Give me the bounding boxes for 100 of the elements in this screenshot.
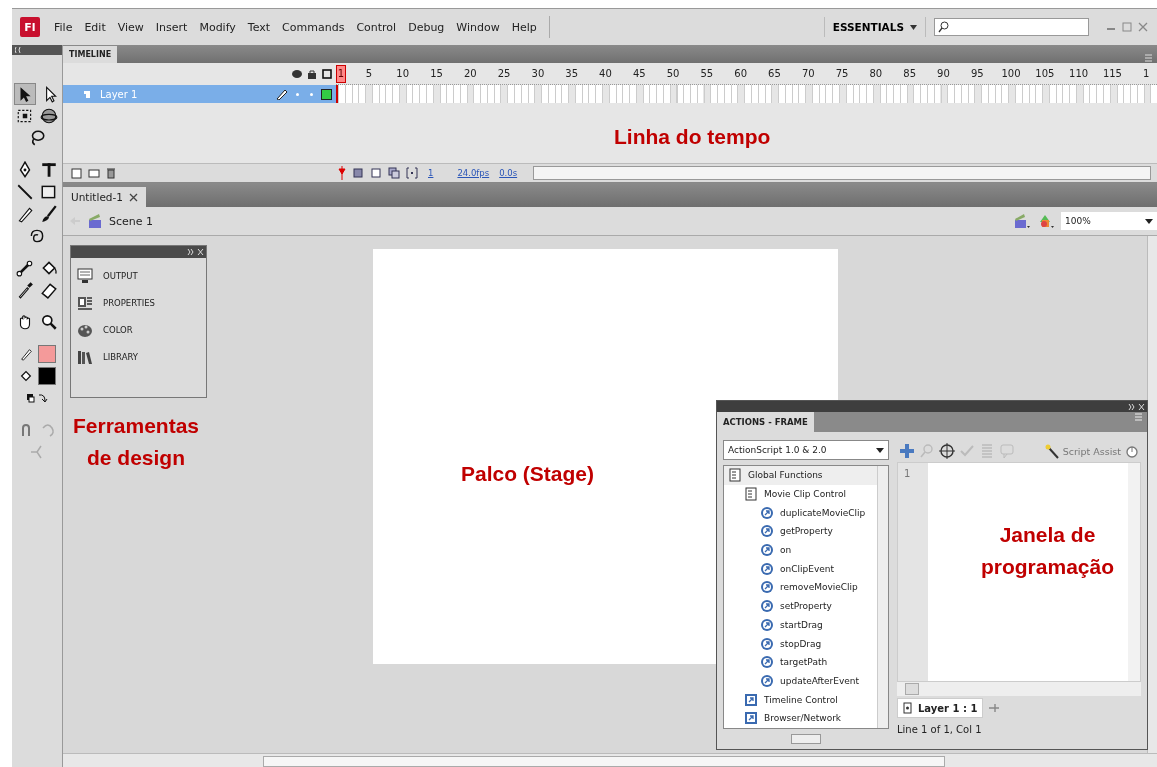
frame-number: 70 bbox=[800, 68, 816, 79]
stroke-color-swatch[interactable] bbox=[38, 345, 56, 363]
vertical-scrollbar[interactable] bbox=[1128, 463, 1140, 681]
tree-item[interactable]: targetPath bbox=[724, 652, 877, 672]
workspace-dropdown[interactable]: ESSENTIALS bbox=[823, 17, 926, 37]
horizontal-scrollbar[interactable] bbox=[897, 682, 1141, 696]
timeline-tab[interactable]: TIMELINE bbox=[63, 46, 118, 63]
actions-tab[interactable]: ACTIONS - FRAME bbox=[717, 412, 814, 432]
panel-button[interactable]: OUTPUT bbox=[77, 268, 200, 284]
line-number: 1 bbox=[904, 468, 911, 479]
tree-item[interactable]: updateAfterEvent bbox=[724, 671, 877, 691]
onion-outline-icon[interactable] bbox=[388, 167, 400, 179]
edit-symbols-icon[interactable] bbox=[1037, 213, 1055, 229]
frame-number: 50 bbox=[665, 68, 681, 79]
new-folder-icon[interactable] bbox=[88, 167, 100, 179]
playhead-icon[interactable] bbox=[338, 166, 346, 180]
outline-color-square[interactable] bbox=[321, 88, 332, 100]
tree-item[interactable]: onClipEvent bbox=[724, 559, 877, 579]
function-icon bbox=[760, 655, 774, 670]
panel-button[interactable]: LIBRARY bbox=[77, 349, 200, 365]
trash-icon[interactable] bbox=[105, 167, 117, 179]
wand-icon bbox=[1043, 443, 1060, 459]
line-tool-icon[interactable] bbox=[15, 182, 35, 202]
collapse-icon[interactable] bbox=[15, 47, 23, 53]
function-icon bbox=[760, 524, 774, 539]
swap-colors-icon[interactable] bbox=[24, 391, 50, 405]
tree-item[interactable]: Global Functions bbox=[724, 466, 877, 485]
outline-icon[interactable] bbox=[321, 69, 333, 79]
tree-item[interactable]: setProperty bbox=[724, 596, 877, 616]
fill-color-swatch[interactable] bbox=[38, 367, 56, 385]
frame-number: 85 bbox=[902, 68, 917, 79]
script-tab[interactable]: Layer 1 : 1 bbox=[897, 698, 984, 718]
function-icon bbox=[760, 561, 774, 576]
tree-item[interactable]: duplicateMovieClip bbox=[724, 503, 877, 523]
edit-frames-icon[interactable] bbox=[406, 167, 418, 179]
tree-item[interactable]: Browser/Network bbox=[724, 708, 877, 728]
text-tool-icon[interactable] bbox=[39, 160, 59, 180]
caret-icon bbox=[910, 24, 917, 30]
frame-number: 20 bbox=[462, 68, 478, 79]
vertical-scrollbar[interactable] bbox=[877, 466, 888, 728]
target-icon[interactable] bbox=[939, 443, 955, 459]
frame-number: 75 bbox=[834, 68, 850, 79]
caret-icon bbox=[1145, 218, 1153, 224]
elapsed-time: 0.0s bbox=[499, 168, 518, 178]
tree-item[interactable]: getProperty bbox=[724, 522, 877, 541]
menu-item[interactable]: Help bbox=[505, 20, 543, 34]
add-plus-icon[interactable] bbox=[899, 443, 915, 459]
menu-item[interactable]: Control bbox=[350, 20, 403, 34]
frame-number: 40 bbox=[598, 68, 613, 79]
help-icon[interactable] bbox=[1125, 444, 1139, 458]
category-icon bbox=[744, 692, 758, 707]
menu-item[interactable]: View bbox=[111, 20, 150, 34]
pencil-icon bbox=[18, 346, 34, 362]
menu-item[interactable]: Modify bbox=[193, 20, 242, 34]
tree-item[interactable]: removeMovieClip bbox=[724, 578, 877, 597]
horizontal-scrollbar[interactable] bbox=[63, 753, 1157, 767]
menu-item[interactable]: Text bbox=[241, 20, 277, 34]
tree-item[interactable]: Timeline Control bbox=[724, 690, 877, 709]
onion-skin-icon[interactable] bbox=[370, 167, 382, 179]
tree-item[interactable]: on bbox=[724, 540, 877, 560]
language-dropdown[interactable]: ActionScript 1.0 & 2.0 bbox=[723, 440, 889, 460]
paint-bucket-icon bbox=[18, 368, 34, 384]
lock-dot[interactable] bbox=[310, 92, 313, 96]
bone-icon[interactable] bbox=[15, 258, 35, 278]
edit-scene-icon[interactable] bbox=[1013, 213, 1031, 229]
new-layer-icon[interactable] bbox=[71, 167, 83, 179]
eye-icon[interactable] bbox=[291, 69, 303, 79]
horizontal-scrollbar[interactable] bbox=[533, 166, 1151, 180]
search-field[interactable] bbox=[934, 18, 1089, 36]
menu-item[interactable]: Edit bbox=[78, 20, 112, 34]
zoom-icon[interactable] bbox=[39, 312, 59, 332]
center-frame-icon[interactable] bbox=[352, 167, 364, 179]
vertical-scrollbar[interactable] bbox=[1147, 236, 1157, 753]
brush-icon[interactable] bbox=[39, 204, 59, 224]
layer-name: Layer 1 bbox=[100, 88, 138, 100]
visibility-dot[interactable] bbox=[296, 92, 299, 96]
frame-rate[interactable]: 24.0fps bbox=[457, 168, 490, 178]
panel-button[interactable]: PROPERTIES bbox=[77, 295, 200, 311]
panel-button[interactable]: COLOR bbox=[77, 322, 200, 338]
sphere-icon[interactable] bbox=[39, 106, 59, 126]
document-tab[interactable]: Untitled-1 bbox=[63, 187, 146, 207]
zoom-dropdown[interactable]: 100% bbox=[1061, 212, 1157, 230]
check-icon[interactable] bbox=[959, 443, 975, 459]
close-icon[interactable] bbox=[129, 192, 138, 202]
collapse-close-icon[interactable] bbox=[1127, 402, 1145, 411]
category-icon bbox=[744, 711, 758, 726]
clapperboard-icon bbox=[87, 213, 103, 229]
menu-item[interactable]: Debug bbox=[402, 20, 451, 34]
lock-icon[interactable] bbox=[306, 69, 318, 79]
menu-item[interactable]: File bbox=[48, 20, 79, 34]
menu-item[interactable]: Window bbox=[450, 20, 506, 34]
annotation-label: Palco (Stage) bbox=[461, 461, 595, 487]
tree-item[interactable]: stopDrag bbox=[724, 634, 877, 653]
scene-name: Scene 1 bbox=[109, 214, 154, 228]
frame-icon bbox=[903, 702, 912, 714]
menu-item[interactable]: Insert bbox=[149, 20, 194, 34]
collapse-close-icon[interactable] bbox=[186, 248, 204, 256]
menu-item[interactable]: Commands bbox=[276, 20, 351, 34]
tree-item[interactable]: startDrag bbox=[724, 615, 877, 635]
tree-item[interactable]: Movie Clip Control bbox=[724, 484, 877, 504]
